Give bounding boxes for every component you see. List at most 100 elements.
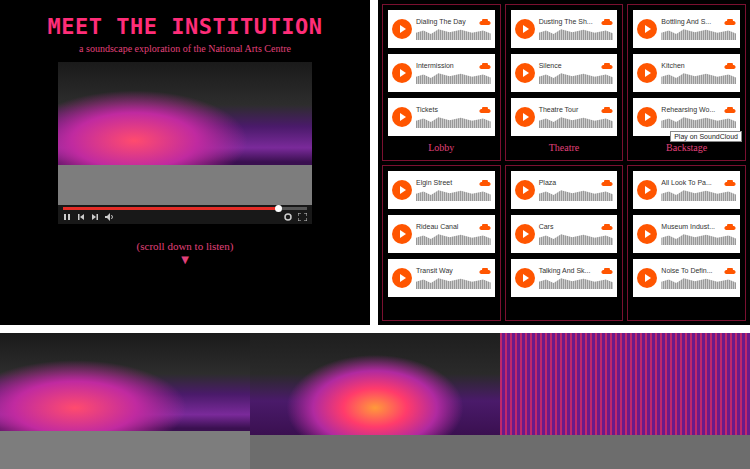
video-player[interactable] (58, 62, 312, 224)
soundcloud-logo-icon (479, 268, 491, 274)
soundcloud-player[interactable]: Talking And Sk... (511, 259, 618, 297)
soundcloud-player[interactable]: Museum Indust... (633, 215, 740, 253)
play-icon[interactable] (637, 19, 657, 39)
waveform[interactable] (416, 116, 491, 128)
soundcloud-player[interactable]: Tickets (388, 98, 495, 136)
player-header: Dialing The Day (416, 18, 491, 25)
play-icon[interactable] (515, 224, 535, 244)
page-title: MEET THE INSTITUTION (48, 14, 323, 39)
play-icon[interactable] (515, 268, 535, 288)
soundcloud-logo-icon (479, 224, 491, 230)
soundcloud-player[interactable]: Cars (511, 215, 618, 253)
soundcloud-player[interactable]: All Look To Pa... (633, 171, 740, 209)
player-body: Silence (539, 62, 614, 84)
waveform[interactable] (539, 277, 614, 289)
player-header: Intermission (416, 62, 491, 69)
soundcloud-player[interactable]: Silence (511, 54, 618, 92)
soundcloud-player[interactable]: Bottling And S... (633, 10, 740, 48)
player-header: Theatre Tour (539, 106, 614, 113)
play-icon[interactable] (637, 268, 657, 288)
soundcloud-player[interactable]: Intermission (388, 54, 495, 92)
progress-knob[interactable] (275, 205, 282, 212)
track-title: All Look To Pa... (661, 179, 711, 186)
waveform[interactable] (416, 277, 491, 289)
player-header: Talking And Sk... (539, 267, 614, 274)
soundcloud-logo-icon (601, 63, 613, 69)
track-title: Dusting The Sh... (539, 18, 593, 25)
play-icon[interactable] (392, 224, 412, 244)
player-body: Tickets (416, 106, 491, 128)
play-icon[interactable] (637, 63, 657, 83)
waveform[interactable] (416, 28, 491, 40)
soundcloud-logo-icon (724, 19, 736, 25)
player-header: Silence (539, 62, 614, 69)
soundcloud-player[interactable]: Dusting The Sh... (511, 10, 618, 48)
soundcloud-logo-icon (724, 107, 736, 113)
soundcloud-player[interactable]: Transit Way (388, 259, 495, 297)
waveform[interactable] (661, 277, 736, 289)
waveform[interactable] (539, 28, 614, 40)
track-title: Noise To Defin... (661, 267, 712, 274)
fullscreen-icon[interactable] (298, 213, 307, 221)
soundcloud-player[interactable]: Dialing The Day (388, 10, 495, 48)
down-arrow-icon[interactable]: ▼ (181, 254, 189, 265)
waveform[interactable] (539, 72, 614, 84)
waveform[interactable] (661, 28, 736, 40)
waveform[interactable] (539, 233, 614, 245)
play-icon[interactable] (392, 107, 412, 127)
track-title: Kitchen (661, 62, 684, 69)
player-header: Elgin Street (416, 179, 491, 186)
waveform[interactable] (539, 189, 614, 201)
track-title: Theatre Tour (539, 106, 579, 113)
soundcloud-player[interactable]: Theatre Tour (511, 98, 618, 136)
play-icon[interactable] (515, 107, 535, 127)
soundcloud-player[interactable]: Noise To Defin... (633, 259, 740, 297)
player-body: Bottling And S... (661, 18, 736, 40)
play-icon[interactable] (515, 63, 535, 83)
play-icon[interactable] (637, 107, 657, 127)
player-body: Museum Indust... (661, 223, 736, 245)
soundcloud-logo-icon (479, 107, 491, 113)
waveform[interactable] (416, 189, 491, 201)
waveform[interactable] (661, 72, 736, 84)
soundcloud-player[interactable]: Rehearsing Wo...Play on SoundCloud (633, 98, 740, 136)
play-icon[interactable] (392, 180, 412, 200)
track-title: Dialing The Day (416, 18, 466, 25)
waveform[interactable] (416, 72, 491, 84)
page-subtitle: a soundscape exploration of the National… (79, 43, 291, 54)
video-frame (58, 62, 312, 205)
waveform[interactable] (539, 116, 614, 128)
intro-panel: MEET THE INSTITUTION a soundscape explora… (0, 0, 370, 325)
play-icon[interactable] (392, 268, 412, 288)
play-icon[interactable] (515, 19, 535, 39)
player-body: Noise To Defin... (661, 267, 736, 289)
pause-icon[interactable] (63, 213, 71, 221)
track-title: Museum Indust... (661, 223, 715, 230)
play-icon[interactable] (392, 63, 412, 83)
play-icon[interactable] (515, 180, 535, 200)
soundcloud-logo-icon (479, 63, 491, 69)
soundcloud-player[interactable]: Plaza (511, 171, 618, 209)
player-header: Bottling And S... (661, 18, 736, 25)
waveform[interactable] (661, 116, 736, 128)
play-icon[interactable] (637, 224, 657, 244)
volume-icon[interactable] (105, 213, 114, 221)
soundcloud-player[interactable]: Kitchen (633, 54, 740, 92)
settings-icon[interactable] (284, 213, 292, 221)
next-icon[interactable] (91, 213, 99, 221)
spectrogram-strip (0, 333, 750, 469)
soundcloud-logo-icon (724, 63, 736, 69)
waveform[interactable] (661, 189, 736, 201)
soundcloud-player[interactable]: Elgin Street (388, 171, 495, 209)
progress-track[interactable] (63, 207, 307, 210)
track-title: Rehearsing Wo... (661, 106, 715, 113)
play-icon[interactable] (392, 19, 412, 39)
group-label: Backstage (633, 142, 740, 155)
soundcloud-player[interactable]: Rideau Canal (388, 215, 495, 253)
track-title: Bottling And S... (661, 18, 711, 25)
waveform[interactable] (416, 233, 491, 245)
play-icon[interactable] (637, 180, 657, 200)
player-header: Museum Indust... (661, 223, 736, 230)
previous-icon[interactable] (77, 213, 85, 221)
waveform[interactable] (661, 233, 736, 245)
